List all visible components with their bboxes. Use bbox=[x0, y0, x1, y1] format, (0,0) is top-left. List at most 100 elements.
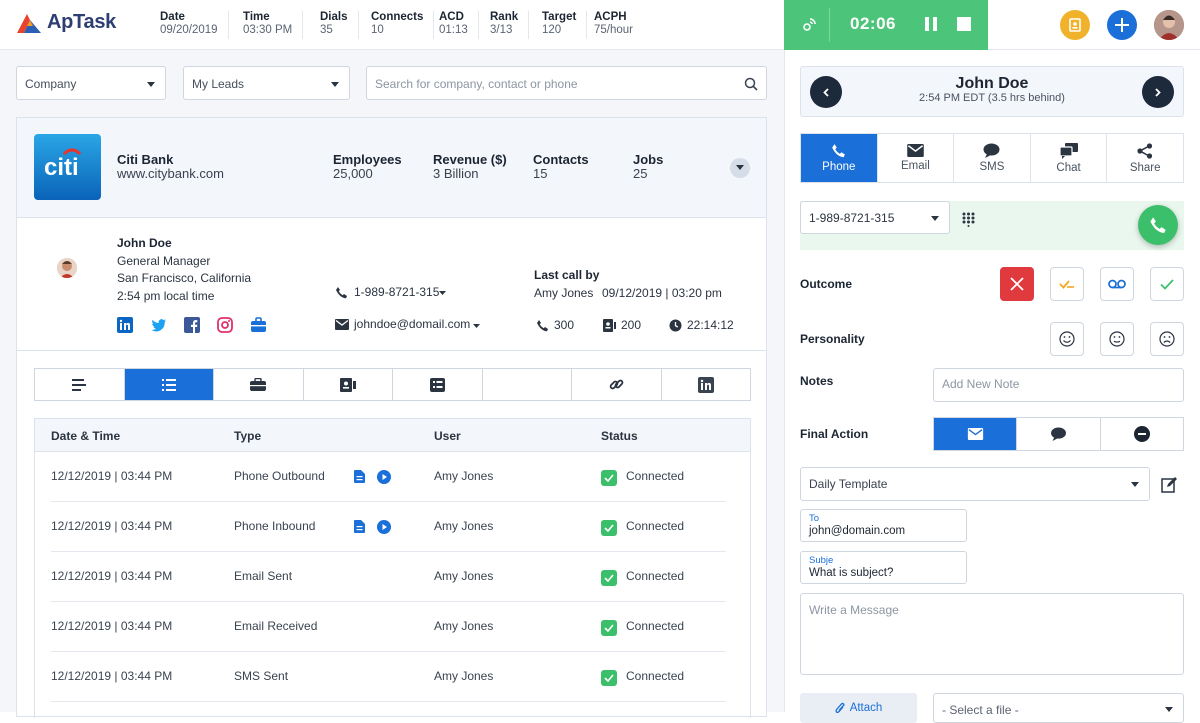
play-icon[interactable] bbox=[377, 470, 391, 484]
smile-icon bbox=[1059, 331, 1075, 347]
edit-template-icon[interactable] bbox=[1161, 476, 1178, 493]
tab-phone[interactable]: Phone bbox=[801, 134, 878, 182]
instagram-icon[interactable] bbox=[217, 317, 233, 333]
column-date-time[interactable]: Date & Time bbox=[51, 429, 120, 443]
file-select[interactable]: - Select a file - bbox=[933, 693, 1184, 723]
column-type[interactable]: Type bbox=[234, 429, 261, 443]
user-avatar[interactable] bbox=[1154, 10, 1184, 40]
message-placeholder: Write a Message bbox=[809, 603, 899, 617]
speaker-icon[interactable] bbox=[802, 16, 818, 32]
email-subject-field[interactable]: Subje What is subject? bbox=[800, 551, 967, 584]
final-action-sms[interactable] bbox=[1017, 418, 1101, 450]
outcome-fail-button[interactable] bbox=[1000, 267, 1034, 301]
chevron-down-icon[interactable] bbox=[439, 291, 446, 296]
app-logo[interactable]: ApTask bbox=[16, 11, 116, 34]
sms-icon bbox=[983, 143, 1000, 158]
table-row[interactable]: 12/12/2019 | 03:44 PM SMS Sent Amy Jones Co… bbox=[35, 652, 750, 702]
add-button[interactable] bbox=[1107, 10, 1137, 40]
contact-location: San Francisco, California bbox=[117, 271, 252, 285]
to-value: john@domain.com bbox=[809, 525, 906, 537]
document-icon[interactable] bbox=[354, 470, 365, 483]
aptask-logo-icon bbox=[17, 13, 41, 33]
tab-share[interactable]: Share bbox=[1107, 134, 1183, 182]
tab-links[interactable] bbox=[572, 369, 662, 400]
email-to-field[interactable]: To john@domain.com bbox=[800, 509, 967, 542]
twitter-icon[interactable] bbox=[150, 317, 167, 333]
tab-chat-label: Chat bbox=[1056, 161, 1081, 174]
facebook-icon[interactable] bbox=[184, 317, 200, 333]
personality-sad-button[interactable] bbox=[1150, 322, 1184, 356]
play-icon[interactable] bbox=[377, 520, 391, 534]
outcome-voicemail-button[interactable] bbox=[1100, 267, 1134, 301]
slight-smile-icon bbox=[1109, 331, 1125, 347]
tab-summary[interactable] bbox=[35, 369, 125, 400]
row-user: Amy Jones bbox=[434, 569, 494, 583]
top-bar: ApTask Date 09/20/2019 Time 03:30 PM Dials… bbox=[0, 0, 1200, 50]
tab-sms[interactable]: SMS bbox=[954, 134, 1031, 182]
last-call-user: Amy Jones bbox=[534, 286, 594, 300]
stop-icon[interactable] bbox=[957, 17, 971, 31]
tab-linkedin[interactable] bbox=[662, 369, 751, 400]
expand-company-button[interactable] bbox=[730, 158, 750, 178]
company-website[interactable]: www.citybank.com bbox=[117, 167, 224, 181]
tab-empty[interactable] bbox=[483, 369, 572, 400]
briefcase-icon[interactable] bbox=[250, 317, 267, 333]
row-status: Connected bbox=[626, 469, 685, 483]
chevron-down-icon[interactable] bbox=[473, 324, 480, 329]
final-action-label: Final Action bbox=[800, 427, 869, 441]
outcome-callback-button[interactable] bbox=[1050, 267, 1084, 301]
row-status: Connected bbox=[626, 619, 685, 633]
final-action-email[interactable] bbox=[934, 418, 1018, 450]
close-icon bbox=[1010, 277, 1024, 291]
template-select[interactable]: Daily Template bbox=[800, 467, 1150, 501]
tab-activity-list[interactable] bbox=[124, 369, 214, 400]
contact-email[interactable]: johndoe@domail.com bbox=[354, 317, 470, 331]
pause-icon[interactable] bbox=[925, 17, 937, 31]
table-row[interactable]: 12/12/2019 | 03:44 PM Phone Inbound Amy Jo… bbox=[35, 502, 750, 552]
table-row[interactable]: 12/12/2019 | 03:44 PM Phone Outbound Amy J… bbox=[35, 452, 750, 502]
call-timer: 02:06 bbox=[850, 14, 896, 33]
file-select-value: - Select a file - bbox=[942, 703, 1019, 717]
final-action-none[interactable] bbox=[1101, 418, 1183, 450]
company-filter[interactable]: Company bbox=[16, 66, 166, 100]
row-status: Connected bbox=[626, 519, 685, 533]
dialpad-icon[interactable] bbox=[962, 212, 975, 227]
contact-card-icon bbox=[339, 377, 356, 392]
leads-filter[interactable]: My Leads bbox=[183, 66, 350, 100]
row-date: 12/12/2019 | 03:44 PM bbox=[51, 519, 173, 533]
phone-number-select[interactable]: 1-989-8721-315 bbox=[800, 201, 950, 234]
tab-email[interactable]: Email bbox=[878, 134, 955, 182]
tab-phone-label: Phone bbox=[822, 161, 856, 173]
personality-happy-button[interactable] bbox=[1050, 322, 1084, 356]
message-textarea[interactable]: Write a Message bbox=[800, 593, 1184, 675]
call-button[interactable] bbox=[1138, 205, 1178, 245]
phone-icon bbox=[1150, 217, 1166, 234]
column-user[interactable]: User bbox=[434, 429, 461, 443]
notes-input[interactable]: Add New Note bbox=[933, 368, 1184, 402]
phone-calls-icon bbox=[537, 320, 548, 332]
final-action-group bbox=[933, 417, 1184, 451]
stat-dials: Dials 35 bbox=[320, 11, 359, 39]
tab-jobs[interactable] bbox=[214, 369, 304, 400]
checklist-icon bbox=[429, 377, 445, 392]
cards-count: 200 bbox=[621, 318, 642, 332]
contacts-book-button[interactable] bbox=[1060, 10, 1090, 40]
current-contact-name: John Doe bbox=[955, 75, 1029, 92]
tab-contact-card[interactable] bbox=[304, 369, 393, 400]
next-contact-button[interactable] bbox=[1142, 76, 1174, 108]
search-icon[interactable] bbox=[744, 77, 758, 91]
search-input[interactable]: Search for company, contact or phone bbox=[366, 66, 767, 100]
linkedin-icon[interactable] bbox=[117, 317, 133, 333]
personality-neutral-button[interactable] bbox=[1100, 322, 1134, 356]
table-row[interactable]: 12/12/2019 | 03:44 PM Email Received Amy J… bbox=[35, 602, 750, 652]
column-status[interactable]: Status bbox=[601, 429, 638, 443]
sms-icon bbox=[1051, 427, 1066, 441]
tab-chat[interactable]: Chat bbox=[1031, 134, 1108, 182]
document-icon[interactable] bbox=[354, 520, 365, 533]
attach-button[interactable]: Attach bbox=[800, 693, 917, 723]
tab-checklist[interactable] bbox=[393, 369, 483, 400]
contact-phone[interactable]: 1-989-8721-315 bbox=[354, 285, 439, 299]
table-row[interactable]: 12/12/2019 | 03:44 PM Email Sent Amy Jones… bbox=[35, 552, 750, 602]
outcome-success-button[interactable] bbox=[1150, 267, 1184, 301]
stat-time: Time 03:30 PM bbox=[243, 11, 304, 39]
